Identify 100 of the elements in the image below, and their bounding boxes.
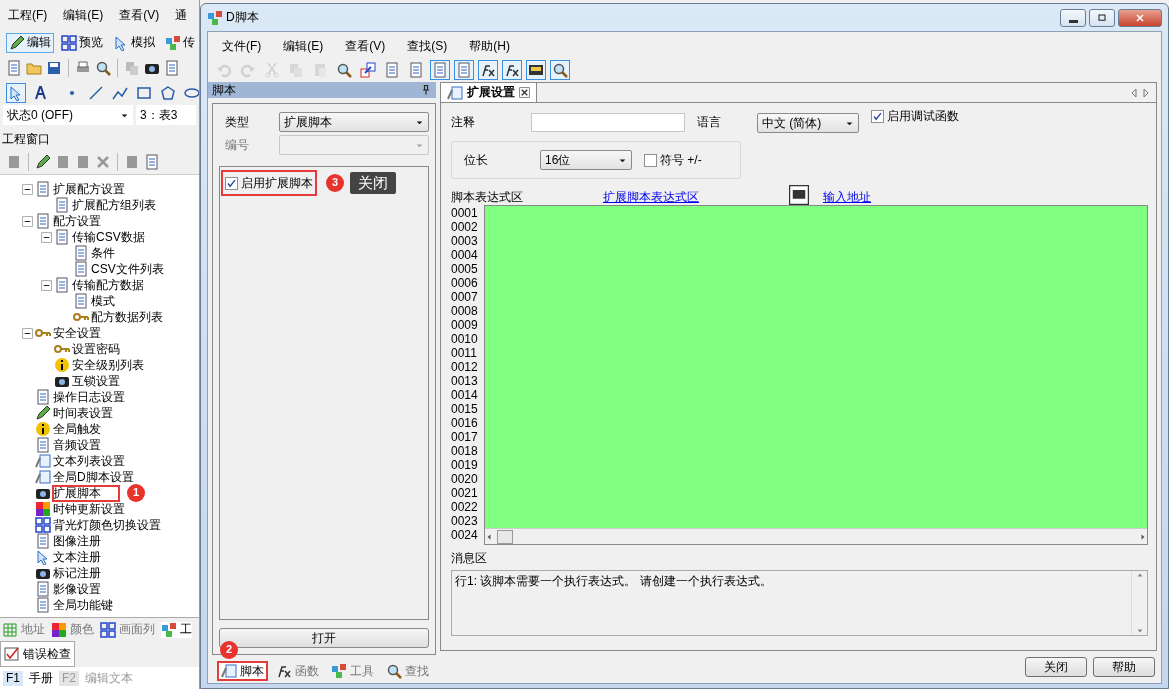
tree-item[interactable]: 扩展配方设置 <box>53 181 125 197</box>
collapse-box-icon[interactable] <box>22 327 33 339</box>
menu-item[interactable]: 查看(V) <box>119 7 160 23</box>
tree-item-icon <box>73 293 89 309</box>
panel-tab[interactable]: 工具 <box>328 662 377 680</box>
tree-item-icon <box>35 405 51 421</box>
tree-item[interactable]: 安全设置 <box>53 325 101 341</box>
save-icon[interactable] <box>46 59 62 76</box>
tab-scroll-icon[interactable] <box>1130 87 1150 98</box>
new-file-icon[interactable] <box>6 59 22 76</box>
tree-item-icon <box>35 501 51 517</box>
tree-item[interactable]: 图像注册 <box>53 533 101 549</box>
line-number: 0024 <box>451 528 479 542</box>
state-dropdown[interactable]: 状态0 (OFF) <box>3 105 133 125</box>
signed-checkbox[interactable]: 符号 +/- <box>644 152 702 168</box>
panel-tab[interactable]: 脚本 <box>218 662 267 680</box>
editor-tab[interactable]: 扩展设置 <box>441 83 537 102</box>
mode-button[interactable]: 模拟 <box>110 32 158 53</box>
link[interactable]: 输入地址 <box>823 190 871 205</box>
tree-item[interactable]: 操作日志设置 <box>53 389 125 405</box>
dialog-button[interactable]: 关闭 <box>1025 657 1087 677</box>
edit-icon[interactable] <box>35 153 51 170</box>
menu-item[interactable]: 查看(V) <box>345 38 386 54</box>
card-icon[interactable] <box>526 59 546 80</box>
line-number: 0002 <box>451 220 479 234</box>
collapse-box-icon[interactable] <box>22 183 33 195</box>
maximize-button[interactable] <box>1089 8 1115 27</box>
type-dropdown[interactable]: 扩展脚本 <box>279 112 429 132</box>
bit-length-dropdown[interactable]: 16位 <box>540 150 632 170</box>
tree-item[interactable]: 影像设置 <box>53 581 101 597</box>
tree-item-icon <box>35 453 51 469</box>
tree-item[interactable]: 条件 <box>91 245 115 261</box>
scroll-up-icon[interactable] <box>1135 571 1144 579</box>
panel-tab[interactable]: 地址 <box>2 621 45 638</box>
collapse-box-icon[interactable] <box>41 279 52 291</box>
panel-tab[interactable]: 工 <box>161 621 192 638</box>
link-icon[interactable] <box>358 59 378 80</box>
list-icon[interactable] <box>430 59 450 80</box>
scroll-down-icon[interactable] <box>1135 627 1144 635</box>
pin-icon[interactable] <box>420 84 432 96</box>
panel-tab[interactable]: 颜色 <box>51 621 94 638</box>
tree-item[interactable]: 互锁设置 <box>72 373 120 389</box>
tree-item[interactable]: 全局功能键 <box>53 597 113 613</box>
menu-item[interactable]: 工程(F) <box>8 7 48 23</box>
tab-icon <box>386 663 402 679</box>
scroll-right-icon[interactable] <box>1139 532 1147 541</box>
tree-item[interactable]: 文本列表设置 <box>53 453 125 469</box>
menu-item[interactable]: 编辑(E) <box>283 38 324 54</box>
language-dropdown[interactable]: 中文 (简体) <box>757 113 859 133</box>
scroll-left-icon[interactable] <box>485 532 493 541</box>
tree-item[interactable]: 安全级别列表 <box>72 357 144 373</box>
minimize-button[interactable] <box>1060 8 1086 27</box>
tree-item[interactable]: 全局D脚本设置 <box>53 469 134 485</box>
tree-item[interactable]: 配方数据列表 <box>91 309 163 325</box>
link[interactable]: 扩展脚本表达式区 <box>603 190 789 205</box>
tree-item[interactable]: 时钟更新设置 <box>53 501 125 517</box>
menu-item[interactable]: 帮助(H) <box>469 38 510 54</box>
panel-tab[interactable]: 函数 <box>273 662 322 680</box>
panel-tab[interactable]: 画面列 <box>100 621 155 638</box>
mode-button[interactable]: 编辑 <box>6 32 54 53</box>
tree-item-icon <box>35 421 51 437</box>
enable-checkbox[interactable]: 启用扩展脚本 <box>222 171 316 195</box>
mode-button[interactable]: 预览 <box>58 32 106 53</box>
tree-item[interactable]: 扩展脚本 <box>53 485 119 501</box>
collapse-box-icon[interactable] <box>22 215 33 227</box>
search-icon[interactable] <box>550 59 570 80</box>
tree-item[interactable]: 背光灯颜色切换设置 <box>53 517 161 533</box>
tree-item[interactable]: 全局触发 <box>53 421 101 437</box>
tree-item[interactable]: 模式 <box>91 293 115 309</box>
tree-item[interactable]: 时间表设置 <box>53 405 113 421</box>
dialog-button[interactable]: 帮助 <box>1093 657 1155 677</box>
tree-item[interactable]: 扩展配方组列表 <box>72 197 156 213</box>
function-icon[interactable] <box>478 59 498 80</box>
menu-item[interactable]: 编辑(E) <box>63 7 104 23</box>
tree-item[interactable]: 传输CSV数据 <box>72 229 145 245</box>
error-check-tab[interactable]: 错误检查 <box>0 641 75 667</box>
line-number: 0014 <box>451 388 479 402</box>
print-preview-icon[interactable] <box>95 59 111 76</box>
list-page-icon[interactable] <box>144 153 160 170</box>
scrollbar-thumb[interactable] <box>497 529 513 544</box>
tree-item[interactable]: 传输配方数据 <box>72 277 144 293</box>
close-icon[interactable] <box>519 87 530 98</box>
menu-item[interactable]: 查找(S) <box>407 38 448 54</box>
menu-item[interactable]: 通 <box>175 7 188 23</box>
collapse-box-icon[interactable] <box>41 231 52 243</box>
tree-item[interactable]: 标记注册 <box>53 565 101 581</box>
menu-item[interactable]: 文件(F) <box>222 38 262 54</box>
page-icon[interactable] <box>124 153 140 170</box>
tree-item[interactable]: 设置密码 <box>72 341 120 357</box>
debug-checkbox[interactable]: 启用调试函数 <box>871 109 959 124</box>
tree-item[interactable]: CSV文件列表 <box>91 261 164 277</box>
mode-button[interactable]: 传 <box>162 32 198 53</box>
panel-tab[interactable]: 查找 <box>383 662 432 680</box>
tree-item[interactable]: 音频设置 <box>53 437 101 453</box>
tree-item[interactable]: 文本注册 <box>53 549 101 565</box>
comment-field[interactable] <box>531 113 685 132</box>
tree-item[interactable]: 配方设置 <box>53 213 101 229</box>
function-icon[interactable] <box>502 59 522 80</box>
close-button[interactable] <box>1118 8 1162 27</box>
line-number: 0016 <box>451 416 479 430</box>
